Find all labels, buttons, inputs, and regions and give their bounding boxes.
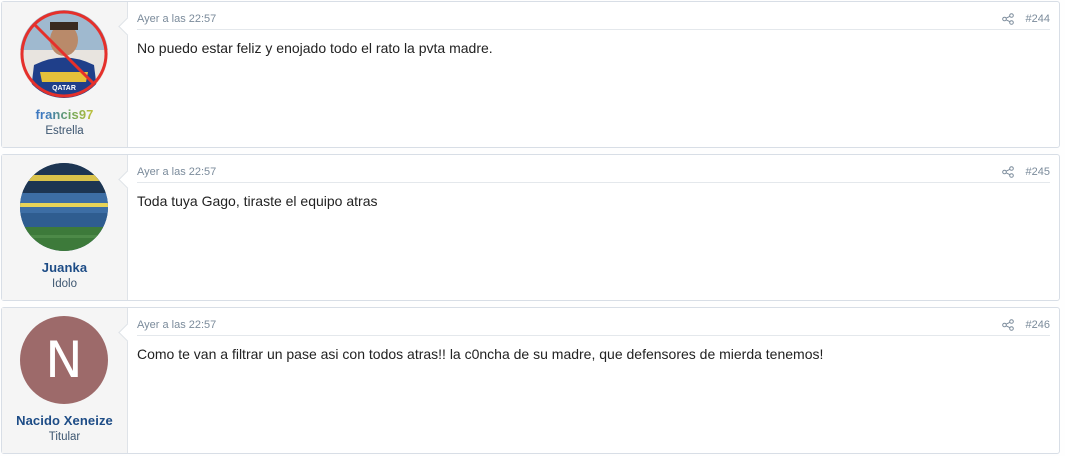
post-date[interactable]: Ayer a las 22:57 bbox=[137, 13, 216, 25]
avatar-letter: N bbox=[45, 331, 83, 389]
post-message: Como te van a filtrar un pase asi con to… bbox=[137, 346, 824, 362]
post-number-link[interactable]: #246 bbox=[1026, 319, 1050, 331]
share-icon[interactable] bbox=[1002, 166, 1014, 178]
avatar[interactable] bbox=[20, 163, 108, 251]
post-message: Toda tuya Gago, tiraste el equipo atras bbox=[137, 193, 378, 209]
post-main-cell: Ayer a las 22:57 #246 Como te van a filt… bbox=[128, 308, 1059, 453]
share-icon[interactable] bbox=[1002, 319, 1014, 331]
post-meta: Ayer a las 22:57 #246 bbox=[137, 317, 1050, 336]
post-date[interactable]: Ayer a las 22:57 bbox=[137, 166, 216, 178]
username[interactable]: francis97 bbox=[2, 107, 127, 122]
post-246: N Nacido Xeneize Titular Ayer a las 22:5… bbox=[1, 307, 1060, 454]
post-user-cell: N Nacido Xeneize Titular bbox=[2, 308, 128, 453]
post-message: No puedo estar feliz y enojado todo el r… bbox=[137, 40, 493, 56]
post-number-link[interactable]: #244 bbox=[1026, 13, 1050, 25]
avatar[interactable]: N bbox=[20, 316, 108, 404]
username[interactable]: Nacido Xeneize bbox=[2, 413, 127, 428]
post-main-cell: Ayer a las 22:57 #244 No puedo estar fel… bbox=[128, 2, 1059, 147]
post-date[interactable]: Ayer a las 22:57 bbox=[137, 319, 216, 331]
svg-text:QATAR: QATAR bbox=[52, 85, 76, 92]
share-icon[interactable] bbox=[1002, 13, 1014, 25]
post-main-cell: Ayer a las 22:57 #245 Toda tuya Gago, ti… bbox=[128, 155, 1059, 300]
user-title: Estrella bbox=[45, 125, 84, 137]
avatar[interactable]: QATAR bbox=[20, 10, 108, 98]
post-user-cell: Juanka Idolo bbox=[2, 155, 128, 300]
post-number-link[interactable]: #245 bbox=[1026, 166, 1050, 178]
stadium-avatar-icon bbox=[20, 163, 108, 251]
player-avatar-icon: QATAR bbox=[20, 10, 108, 98]
post-meta: Ayer a las 22:57 #245 bbox=[137, 164, 1050, 183]
user-title: Titular bbox=[48, 431, 81, 443]
post-user-cell: QATAR francis97 Estrella bbox=[2, 2, 128, 147]
post-244: QATAR francis97 Estrella Ayer a las 22:5… bbox=[1, 1, 1060, 148]
username[interactable]: Juanka bbox=[2, 260, 127, 275]
user-title: Idolo bbox=[52, 278, 77, 290]
post-245: Juanka Idolo Ayer a las 22:57 #245 Toda … bbox=[1, 154, 1060, 301]
post-meta: Ayer a las 22:57 #244 bbox=[137, 11, 1050, 30]
